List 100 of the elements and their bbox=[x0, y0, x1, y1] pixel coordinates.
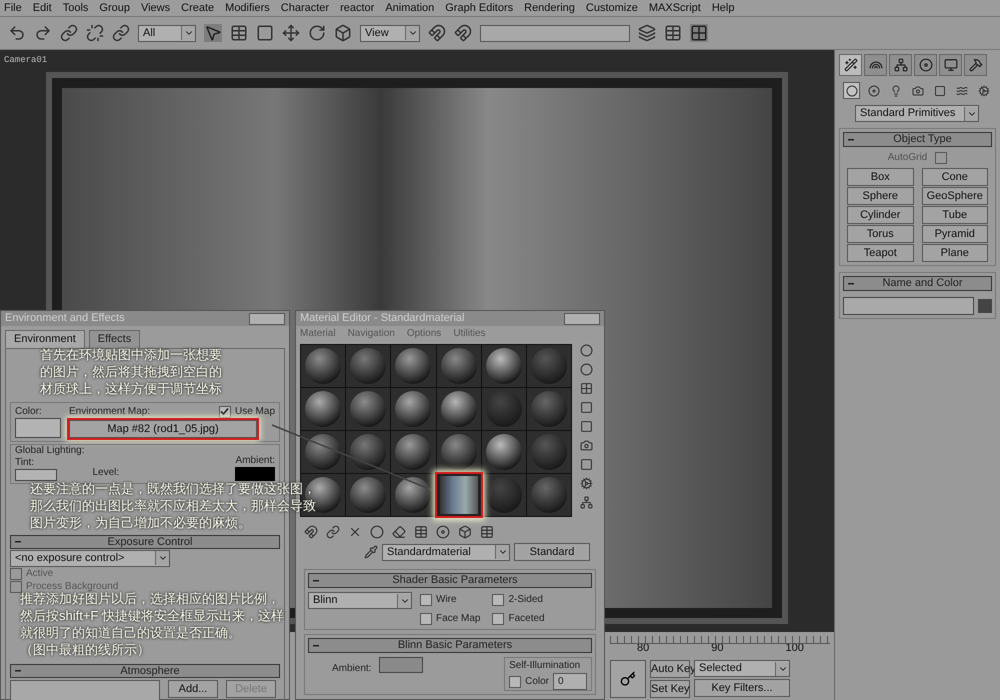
material-tool-icon[interactable] bbox=[370, 525, 384, 539]
scale-icon[interactable] bbox=[334, 24, 352, 42]
sample-slot[interactable] bbox=[436, 388, 481, 430]
toolbar-icon[interactable] bbox=[112, 24, 130, 42]
menu-item[interactable]: Graph Editors bbox=[445, 0, 514, 16]
material-tool-icon[interactable] bbox=[326, 525, 340, 539]
menu-item[interactable]: reactor bbox=[340, 0, 374, 16]
window-controls[interactable] bbox=[249, 312, 285, 324]
menu-item[interactable]: Edit bbox=[32, 0, 52, 16]
angle-snap-icon[interactable] bbox=[454, 24, 472, 42]
menu-item[interactable]: Tools bbox=[62, 0, 88, 16]
color-swatch[interactable] bbox=[15, 468, 57, 480]
checkbox[interactable] bbox=[420, 612, 432, 624]
side-tool-icon[interactable] bbox=[580, 382, 593, 395]
menu-item[interactable]: Create bbox=[181, 0, 214, 16]
rollout-header[interactable]: Exposure Control bbox=[10, 534, 280, 548]
sample-slot[interactable] bbox=[482, 345, 526, 387]
checkbox[interactable] bbox=[10, 580, 22, 592]
panel-tab[interactable] bbox=[839, 54, 862, 76]
key-mode-dropdown[interactable]: Selected bbox=[694, 660, 790, 677]
button[interactable]: Cylinder bbox=[847, 206, 914, 224]
color-swatch[interactable] bbox=[235, 466, 275, 480]
checkbox[interactable] bbox=[492, 612, 504, 624]
panel-tab[interactable] bbox=[864, 54, 887, 76]
button[interactable]: Key Filters... bbox=[694, 679, 790, 697]
table-icon[interactable] bbox=[664, 24, 682, 42]
toolbar-icon[interactable] bbox=[34, 24, 52, 42]
side-tool-icon[interactable] bbox=[580, 458, 593, 471]
panel-tab[interactable] bbox=[889, 54, 912, 76]
rollout-header[interactable]: Atmosphere bbox=[10, 664, 280, 678]
select-by-name-icon[interactable] bbox=[230, 24, 248, 42]
move-icon[interactable] bbox=[282, 24, 300, 42]
panel-tab[interactable] bbox=[939, 54, 962, 76]
material-tool-icon[interactable] bbox=[436, 525, 450, 539]
effects-list[interactable] bbox=[10, 680, 160, 700]
checkbox[interactable] bbox=[509, 676, 522, 688]
menu-item[interactable]: File bbox=[4, 0, 22, 16]
color-swatch[interactable] bbox=[379, 657, 424, 673]
checkbox[interactable] bbox=[420, 594, 432, 606]
menu-item[interactable]: Views bbox=[140, 0, 170, 16]
side-tool-icon[interactable] bbox=[580, 439, 593, 452]
side-tool-icon[interactable] bbox=[580, 344, 593, 357]
dialog-tab[interactable]: Environment bbox=[5, 330, 85, 348]
checkbox[interactable] bbox=[218, 406, 231, 418]
name-field[interactable] bbox=[843, 297, 974, 315]
toolbar-icon[interactable] bbox=[60, 24, 78, 42]
dialog-tab[interactable]: Effects bbox=[88, 330, 140, 348]
button[interactable]: Tube bbox=[922, 206, 988, 224]
key-button[interactable] bbox=[610, 660, 646, 698]
menu-item[interactable]: Character bbox=[280, 0, 330, 16]
material-tool-icon[interactable] bbox=[458, 525, 472, 539]
material-name-dropdown[interactable]: Standardmaterial bbox=[382, 544, 510, 560]
menu-item[interactable]: Modifiers bbox=[225, 0, 270, 16]
rollout-header[interactable]: Shader Basic Parameters bbox=[308, 573, 592, 588]
window-controls[interactable] bbox=[564, 312, 600, 324]
side-tool-icon[interactable] bbox=[580, 363, 593, 376]
toolbar-icon[interactable] bbox=[8, 24, 26, 42]
coordinate-dropdown[interactable]: View bbox=[360, 24, 420, 42]
rollout-header[interactable]: Name and Color bbox=[843, 276, 992, 291]
sample-slot[interactable] bbox=[391, 388, 436, 430]
button[interactable]: Pyramid bbox=[922, 225, 988, 243]
side-tool-icon[interactable] bbox=[580, 496, 593, 509]
checkbox[interactable] bbox=[935, 152, 948, 164]
button[interactable]: Torus bbox=[847, 225, 914, 243]
exposure-dropdown[interactable]: <no exposure control> bbox=[10, 550, 170, 566]
sample-slot[interactable] bbox=[391, 431, 436, 473]
sample-slot[interactable] bbox=[391, 345, 436, 387]
region-select-icon[interactable] bbox=[256, 24, 274, 42]
sample-slot[interactable] bbox=[436, 431, 481, 473]
panel-tab[interactable] bbox=[964, 54, 987, 76]
layers-icon[interactable] bbox=[638, 24, 656, 42]
button[interactable]: Map #82 (rod1_05.jpg) bbox=[69, 420, 257, 438]
sample-slot[interactable] bbox=[482, 474, 526, 516]
menu-item[interactable]: MAXScript bbox=[648, 0, 701, 16]
menu-item[interactable]: Customize bbox=[586, 0, 638, 16]
sample-slot[interactable] bbox=[391, 474, 436, 516]
checkbox[interactable] bbox=[10, 568, 22, 580]
eyedropper-icon[interactable] bbox=[364, 545, 378, 559]
button[interactable]: Teapot bbox=[847, 244, 914, 262]
button[interactable]: Box bbox=[847, 168, 914, 186]
checkbox[interactable] bbox=[492, 594, 504, 606]
panel-tab[interactable] bbox=[914, 54, 937, 76]
menu-item[interactable]: Help bbox=[712, 0, 734, 16]
sample-slot[interactable] bbox=[482, 431, 526, 473]
category-button[interactable] bbox=[843, 82, 860, 99]
material-tool-icon[interactable] bbox=[392, 525, 406, 539]
rollout-header[interactable]: Blinn Basic Parameters bbox=[308, 638, 592, 653]
side-tool-icon[interactable] bbox=[580, 477, 593, 490]
value-field[interactable]: 0 bbox=[553, 673, 587, 690]
button[interactable]: GeoSphere bbox=[922, 187, 988, 205]
sample-slot[interactable] bbox=[436, 474, 481, 516]
snap-icon[interactable] bbox=[428, 24, 446, 42]
material-tool-icon[interactable] bbox=[348, 525, 362, 539]
category-dropdown[interactable]: Standard Primitives bbox=[855, 105, 979, 122]
side-tool-icon[interactable] bbox=[580, 420, 593, 433]
menu-item[interactable]: Rendering bbox=[524, 0, 575, 16]
select-icon[interactable] bbox=[204, 24, 222, 42]
material-tool-icon[interactable] bbox=[480, 525, 494, 539]
side-tool-icon[interactable] bbox=[580, 401, 593, 414]
selection-filter-dropdown[interactable]: All bbox=[138, 24, 196, 42]
